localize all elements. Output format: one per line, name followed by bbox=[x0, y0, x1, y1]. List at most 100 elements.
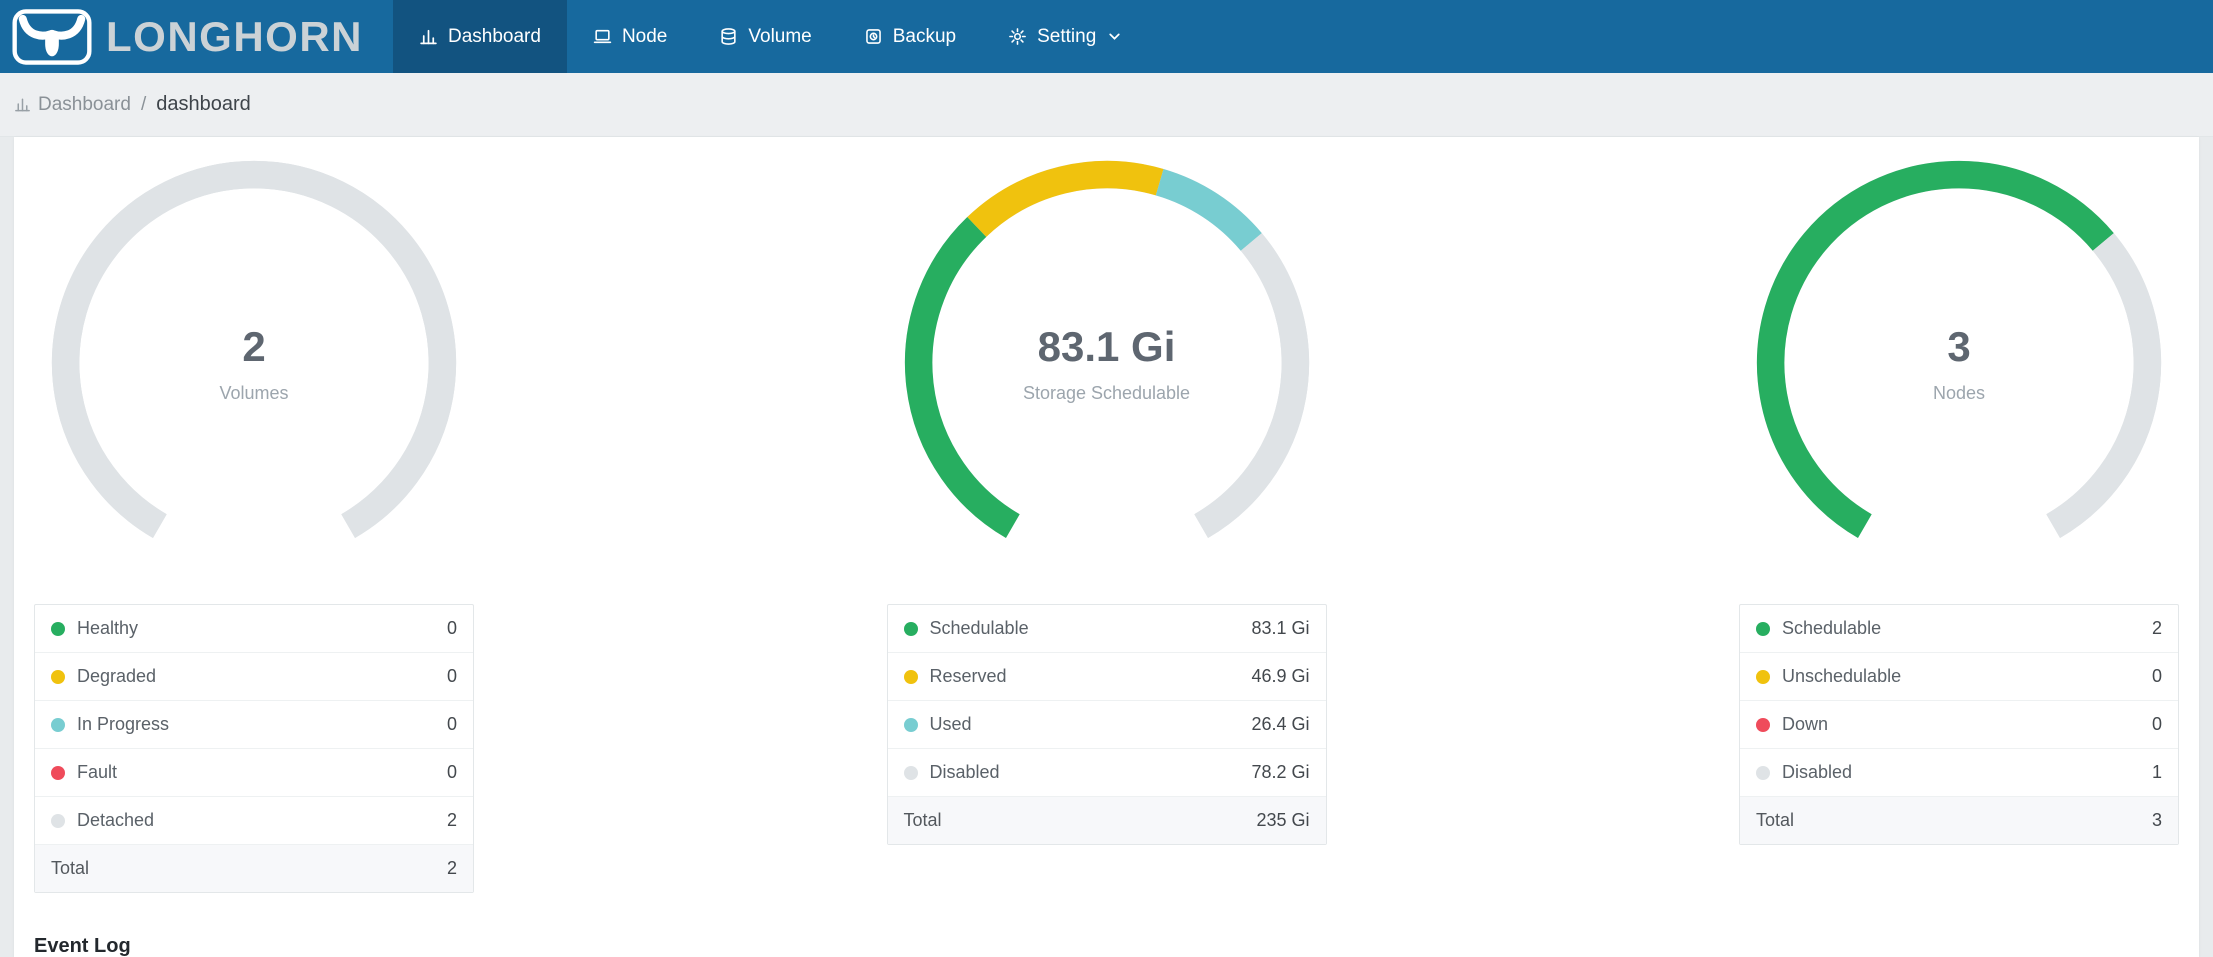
legend-row: In Progress 0 bbox=[35, 700, 473, 748]
status-dot bbox=[51, 621, 65, 636]
gauge-arc bbox=[904, 160, 1309, 539]
nav-node[interactable]: Node bbox=[567, 0, 693, 73]
legend-row: Down 0 bbox=[1740, 700, 2178, 748]
status-dot bbox=[903, 621, 918, 636]
legend-value: 46.9 Gi bbox=[1251, 666, 1310, 686]
longhorn-logo-icon bbox=[12, 8, 92, 65]
legend-row: Disabled 78.2 Gi bbox=[887, 748, 1326, 796]
legend-label: Disabled bbox=[929, 762, 1000, 782]
legend-row: Degraded 0 bbox=[35, 652, 473, 700]
gauge-panel-nodes: 3 Nodes Schedulable 2 Unschedulable 0 Down 0 Dis… bbox=[1739, 157, 2179, 893]
legend-label: Unschedulable bbox=[1782, 666, 1902, 686]
legend-table-storage-schedulable: Schedulable 83.1 Gi Reserved 46.9 Gi Used 26.… bbox=[886, 604, 1327, 845]
setting-icon bbox=[1008, 27, 1027, 46]
legend-total-row: Total 3 bbox=[1740, 796, 2178, 844]
gauge-nodes: 3 Nodes bbox=[1753, 157, 2165, 569]
brand-name: LONGHORN bbox=[106, 12, 363, 60]
legend-total-label: Total bbox=[1756, 810, 1795, 830]
status-dot bbox=[51, 717, 65, 732]
gauge-arc bbox=[1756, 161, 2162, 539]
breadcrumb: Dashboard / dashboard bbox=[0, 73, 2213, 137]
legend-total-row: Total 2 bbox=[35, 844, 473, 892]
legend-total-label: Total bbox=[903, 810, 942, 830]
nav-label: Dashboard bbox=[448, 25, 541, 47]
legend-total-value: 235 Gi bbox=[1256, 810, 1310, 830]
legend-label: Used bbox=[929, 714, 972, 734]
legend-label: Healthy bbox=[77, 618, 139, 638]
status-dot bbox=[1756, 717, 1770, 732]
legend-row: Schedulable 83.1 Gi bbox=[888, 605, 1326, 652]
legend-total-row: Total 235 Gi bbox=[887, 796, 1326, 844]
legend-row: Unschedulable 0 bbox=[1740, 652, 2178, 700]
legend-label: Detached bbox=[77, 810, 155, 830]
gauge-panel-storage-schedulable: 83.1 Gi Storage Schedulable Schedulable 83.… bbox=[886, 157, 1327, 893]
legend-value: 1 bbox=[2151, 762, 2162, 782]
legend-label: Fault bbox=[77, 762, 118, 782]
breadcrumb-page: dashboard bbox=[156, 93, 251, 115]
node-icon bbox=[593, 27, 612, 46]
breadcrumb-separator: / bbox=[140, 93, 147, 115]
legend-label: Down bbox=[1782, 714, 1829, 734]
legend-table-nodes: Schedulable 2 Unschedulable 0 Down 0 Disabled 1… bbox=[1739, 604, 2179, 845]
legend-value: 0 bbox=[446, 666, 457, 686]
legend-value: 83.1 Gi bbox=[1251, 618, 1310, 638]
legend-value: 0 bbox=[446, 762, 457, 782]
legend-value: 0 bbox=[446, 618, 457, 638]
breadcrumb-section[interactable]: Dashboard bbox=[38, 94, 131, 116]
gauge-panels: 2 Volumes Healthy 0 Degraded 0 In Progress 0 Fau… bbox=[14, 137, 2199, 893]
nav-label: Node bbox=[621, 25, 668, 47]
status-dot bbox=[51, 813, 65, 828]
header: LONGHORN Dashboard Node Volume Backup Settin… bbox=[0, 0, 2213, 73]
nav-label: Backup bbox=[892, 25, 957, 47]
legend-value: 0 bbox=[2151, 666, 2162, 686]
legend-row: Healthy 0 bbox=[35, 605, 473, 652]
gauge-panel-volumes: 2 Volumes Healthy 0 Degraded 0 In Progress 0 Fau… bbox=[34, 157, 474, 893]
legend-label: Schedulable bbox=[929, 618, 1029, 638]
legend-value: 2 bbox=[446, 810, 457, 830]
volume-icon bbox=[719, 27, 738, 46]
dashboard-content: 2 Volumes Healthy 0 Degraded 0 In Progress 0 Fau… bbox=[14, 137, 2199, 957]
status-dot bbox=[903, 765, 918, 780]
legend-label: In Progress bbox=[77, 714, 170, 734]
backup-icon bbox=[864, 27, 883, 46]
legend-value: 26.4 Gi bbox=[1251, 714, 1310, 734]
status-dot bbox=[903, 669, 918, 684]
status-dot bbox=[903, 717, 918, 732]
legend-total-label: Total bbox=[51, 858, 90, 878]
nav-volume[interactable]: Volume bbox=[693, 0, 837, 73]
gauge-arc bbox=[51, 161, 457, 538]
legend-value: 0 bbox=[446, 714, 457, 734]
legend-row: Detached 2 bbox=[35, 796, 473, 844]
bar-chart-icon bbox=[14, 96, 31, 113]
legend-total-value: 3 bbox=[2151, 810, 2162, 830]
dashboard-icon bbox=[419, 27, 438, 46]
legend-label: Degraded bbox=[77, 666, 157, 686]
nav-label: Volume bbox=[748, 25, 812, 47]
status-dot bbox=[1756, 621, 1770, 636]
nav-label: Setting bbox=[1037, 25, 1097, 47]
legend-row: Reserved 46.9 Gi bbox=[887, 652, 1326, 700]
legend-row: Schedulable 2 bbox=[1740, 605, 2178, 652]
status-dot bbox=[1756, 669, 1770, 684]
status-dot bbox=[51, 765, 65, 780]
legend-row: Fault 0 bbox=[35, 748, 473, 796]
legend-label: Schedulable bbox=[1782, 618, 1882, 638]
legend-label: Disabled bbox=[1782, 762, 1853, 782]
status-dot bbox=[51, 669, 65, 684]
main-nav: Dashboard Node Volume Backup Setting bbox=[393, 0, 1148, 73]
legend-label: Reserved bbox=[929, 666, 1007, 686]
legend-value: 0 bbox=[2151, 714, 2162, 734]
legend-value: 78.2 Gi bbox=[1251, 762, 1310, 782]
status-dot bbox=[1756, 765, 1770, 780]
legend-row: Disabled 1 bbox=[1740, 748, 2178, 796]
legend-total-value: 2 bbox=[446, 858, 457, 878]
brand[interactable]: LONGHORN bbox=[0, 0, 393, 73]
nav-dashboard[interactable]: Dashboard bbox=[393, 0, 567, 73]
nav-setting[interactable]: Setting bbox=[982, 0, 1148, 73]
nav-backup[interactable]: Backup bbox=[838, 0, 982, 73]
legend-row: Used 26.4 Gi bbox=[887, 700, 1326, 748]
legend-value: 2 bbox=[2151, 618, 2162, 638]
legend-table-volumes: Healthy 0 Degraded 0 In Progress 0 Fault 0 Detac… bbox=[34, 604, 474, 893]
gauge-storage-schedulable: 83.1 Gi Storage Schedulable bbox=[901, 157, 1313, 569]
gauge-volumes: 2 Volumes bbox=[48, 157, 460, 569]
